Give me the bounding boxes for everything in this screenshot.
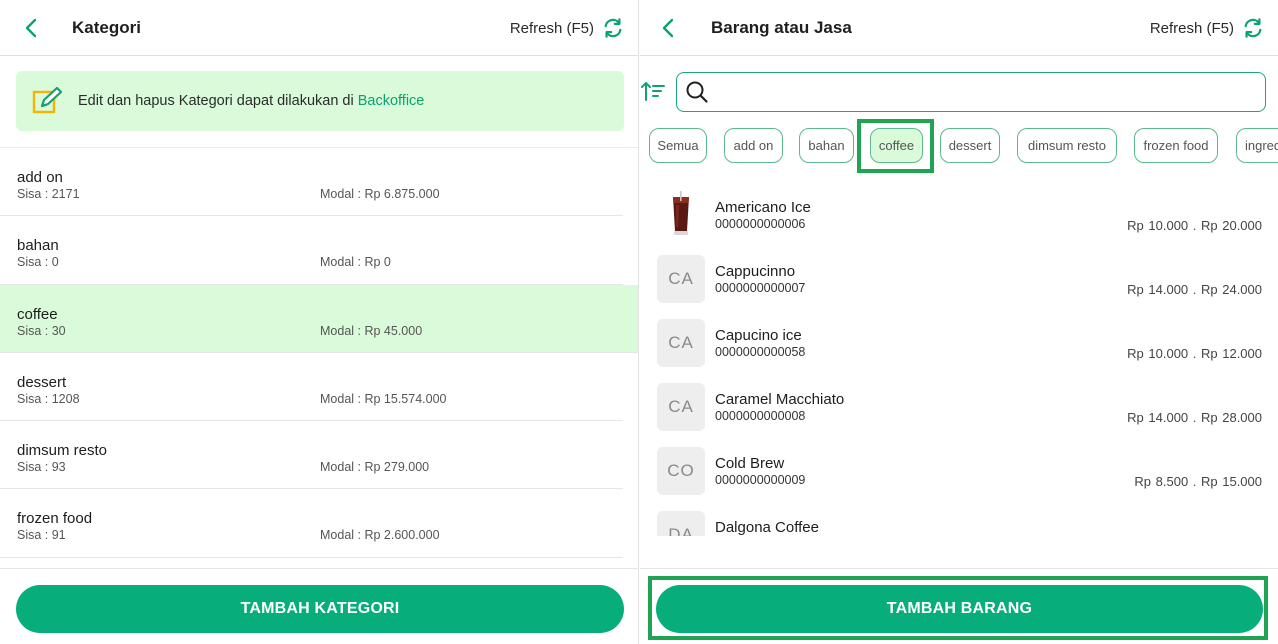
product-name: Cold Brew (715, 455, 785, 472)
product-bottom-bar: TAMBAH BARANG (640, 568, 1278, 644)
product-code: 0000000000058 (715, 345, 806, 359)
product-initials: DA (657, 511, 705, 536)
page-title: Kategori (72, 18, 141, 37)
chevron-left-icon[interactable] (20, 16, 42, 40)
info-banner: Edit dan hapus Kategori dapat dilakukan … (16, 71, 624, 131)
category-capital: Modal : Rp 2.600.000 (320, 528, 440, 543)
category-stock: Sisa : 91 (17, 528, 66, 543)
filter-chip[interactable]: frozen food (1134, 128, 1218, 163)
category-row[interactable]: coffee Sisa : 30 Modal : Rp 45.000 (0, 284, 638, 353)
product-pane: Barang atau Jasa Refresh (F5) Semua add o… (640, 0, 1278, 644)
product-row[interactable]: CA Cappucinno 0000000000007 Rp 14.000 . Rp … (640, 250, 1278, 314)
category-stock: Sisa : 93 (17, 460, 66, 475)
product-header: Barang atau Jasa Refresh (F5) (640, 0, 1278, 56)
product-name: Cappucinno (715, 263, 796, 280)
product-row[interactable]: CA Caramel Macchiato 0000000000008 Rp 14.00… (640, 378, 1278, 442)
category-header: Kategori Refresh (F5) (0, 0, 638, 56)
filter-chip[interactable]: add on (724, 128, 783, 163)
product-name: Caramel Macchiato (715, 391, 845, 408)
product-initials: CA (657, 319, 705, 367)
product-row[interactable]: DA Dalgona Coffee (640, 506, 1278, 536)
product-name: Americano Ice (715, 199, 811, 216)
product-code: 0000000000006 (715, 217, 806, 231)
filter-chip[interactable]: dessert (940, 128, 1000, 163)
category-name: dimsum resto (17, 442, 108, 460)
add-category-button[interactable]: TAMBAH KATEGORI (16, 585, 624, 633)
category-capital: Modal : Rp 279.000 (320, 460, 430, 475)
search-input[interactable] (715, 74, 1265, 110)
backoffice-link[interactable]: Backoffice (358, 93, 425, 109)
product-initials: CA (657, 255, 705, 303)
add-product-button[interactable]: TAMBAH BARANG (656, 585, 1263, 633)
category-capital: Modal : Rp 6.875.000 (320, 187, 440, 201)
category-stock: Sisa : 1208 (17, 391, 80, 406)
refresh-icon (1242, 17, 1264, 39)
refresh-label: Refresh (F5) (509, 19, 594, 37)
category-stock: Sisa : 2171 (17, 187, 80, 201)
product-name: Dalgona Coffee (715, 519, 819, 536)
category-bottom-bar: TAMBAH KATEGORI (0, 568, 638, 644)
product-row[interactable]: CO Cold Brew 0000000000009 Rp 8.500 . Rp 15… (640, 442, 1278, 506)
product-price: Rp 14.000 . Rp 24.000 (1127, 282, 1262, 297)
product-price: Rp 14.000 . Rp 28.000 (1127, 410, 1262, 425)
product-code: 0000000000009 (715, 473, 806, 487)
product-code: 0000000000008 (715, 409, 806, 423)
refresh-button[interactable]: Refresh (F5) (1150, 14, 1264, 42)
product-image (657, 191, 705, 239)
edit-note-icon (32, 86, 64, 116)
sort-icon[interactable] (640, 80, 666, 104)
refresh-icon (602, 17, 624, 39)
category-filter-chips: Semua add on bahan coffee dessert dimsum rest… (649, 128, 1278, 164)
category-row[interactable]: bahan Sisa : 0 Modal : Rp 0 (0, 216, 623, 285)
filter-chip[interactable]: coffee (870, 128, 923, 163)
category-capital: Modal : Rp 45.000 (320, 323, 423, 338)
category-list: add on Sisa : 2171 Modal : Rp 6.875.000 bah… (0, 147, 638, 567)
product-initials: CO (657, 447, 705, 495)
category-name: dessert (17, 373, 67, 391)
banner-text: Edit dan hapus Kategori dapat dilakukan … (78, 93, 424, 109)
category-capital: Modal : Rp 15.574.000 (320, 391, 447, 406)
category-name: coffee (17, 305, 58, 323)
product-list: Americano Ice 0000000000006 Rp 10.000 . Rp… (640, 186, 1278, 536)
category-name: add on (17, 169, 63, 186)
product-code: 0000000000007 (715, 281, 806, 295)
filter-chip[interactable]: Semua (649, 128, 707, 163)
product-price: Rp 10.000 . Rp 12.000 (1127, 346, 1262, 361)
page-title: Barang atau Jasa (711, 18, 852, 37)
product-row[interactable]: CA Capucino ice 0000000000058 Rp 10.000 . R… (640, 314, 1278, 378)
filter-chip[interactable]: dimsum resto (1017, 128, 1117, 163)
product-row[interactable]: Americano Ice 0000000000006 Rp 10.000 . Rp… (640, 186, 1278, 250)
category-pane: Kategori Refresh (F5) Edit dan hapus Kat… (0, 0, 639, 644)
chevron-left-icon[interactable] (657, 16, 679, 40)
banner-message: Edit dan hapus Kategori dapat dilakukan … (78, 93, 354, 109)
refresh-label: Refresh (F5) (1149, 19, 1234, 37)
product-price: Rp 8.500 . Rp 15.000 (1134, 474, 1262, 489)
category-name: frozen food (17, 510, 93, 528)
category-capital: Modal : Rp 0 (320, 255, 391, 270)
category-row[interactable]: frozen food Sisa : 91 Modal : Rp 2.600.000 (0, 489, 623, 558)
category-row[interactable]: add on Sisa : 2171 Modal : Rp 6.875.000 (0, 148, 623, 217)
product-price: Rp 10.000 . Rp 20.000 (1127, 218, 1262, 233)
category-row[interactable]: dessert Sisa : 1208 Modal : Rp 15.574.000 (0, 353, 623, 422)
category-row[interactable]: dimsum resto Sisa : 93 Modal : Rp 279.000 (0, 421, 623, 490)
category-stock: Sisa : 30 (17, 323, 66, 338)
search-box[interactable] (676, 72, 1266, 112)
filter-chip[interactable]: bahan (799, 128, 854, 163)
search-icon (685, 80, 709, 104)
category-stock: Sisa : 0 (17, 255, 59, 270)
category-name: bahan (17, 237, 59, 255)
product-name: Capucino ice (715, 327, 802, 344)
filter-chip[interactable]: ingredients (1236, 128, 1278, 163)
product-initials: CA (657, 383, 705, 431)
refresh-button[interactable]: Refresh (F5) (510, 14, 624, 42)
